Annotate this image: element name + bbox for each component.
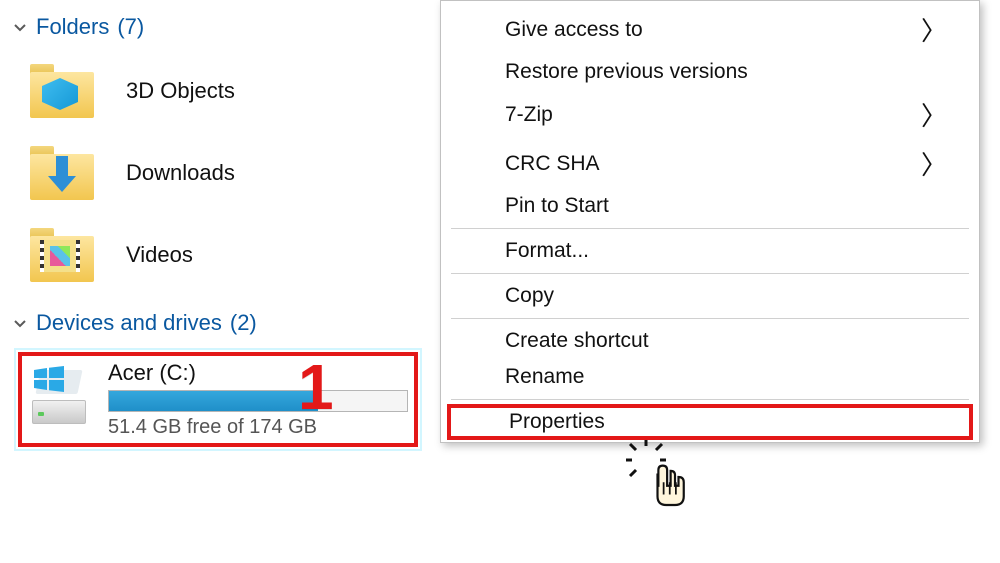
folder-icon — [30, 64, 94, 118]
submenu-arrow-icon: 〉 — [921, 145, 947, 182]
folder-label: Downloads — [126, 160, 235, 186]
menu-separator — [451, 228, 969, 229]
submenu-arrow-icon: 〉 — [921, 11, 947, 48]
section-count: (7) — [117, 14, 144, 40]
menu-create-shortcut[interactable]: Create shortcut — [443, 323, 977, 359]
section-count: (2) — [230, 310, 257, 336]
menu-label: Give access to — [505, 18, 643, 42]
drive-name: Acer (C:) — [108, 360, 408, 386]
folder-label: 3D Objects — [126, 78, 235, 104]
menu-separator — [451, 273, 969, 274]
menu-label: CRC SHA — [505, 152, 600, 176]
menu-give-access[interactable]: Give access to 〉 — [443, 5, 977, 54]
menu-pin-to-start[interactable]: Pin to Start — [443, 188, 977, 224]
menu-label: Format... — [505, 239, 589, 263]
windows-logo-icon — [34, 366, 64, 392]
menu-label: Restore previous versions — [505, 60, 748, 84]
folder-label: Videos — [126, 242, 193, 268]
drive-free-text: 51.4 GB free of 174 GB — [108, 416, 408, 439]
context-menu: Give access to 〉 Restore previous versio… — [440, 0, 980, 443]
drive-c[interactable]: Acer (C:) 51.4 GB free of 174 GB — [18, 352, 418, 447]
drive-info: Acer (C:) 51.4 GB free of 174 GB — [108, 360, 408, 439]
menu-label: Rename — [505, 365, 584, 389]
menu-rename[interactable]: Rename — [443, 359, 977, 395]
menu-label: Copy — [505, 284, 554, 308]
section-label: Devices and drives — [36, 310, 222, 336]
chevron-down-icon — [12, 19, 28, 35]
chevron-down-icon — [12, 315, 28, 331]
menu-label: 7-Zip — [505, 103, 553, 127]
folder-icon — [30, 228, 94, 282]
menu-separator — [451, 399, 969, 400]
menu-format[interactable]: Format... — [443, 233, 977, 269]
menu-restore-previous[interactable]: Restore previous versions — [443, 54, 977, 90]
submenu-arrow-icon: 〉 — [921, 96, 947, 133]
menu-label: Properties — [509, 410, 605, 434]
annotation-1: 1 — [298, 350, 334, 424]
folder-icon — [30, 146, 94, 200]
drive-icon — [28, 364, 90, 424]
drive-usage-bar — [108, 390, 408, 412]
menu-crc-sha[interactable]: CRC SHA 〉 — [443, 139, 977, 188]
pointer-cursor-icon — [640, 456, 696, 512]
section-label: Folders — [36, 14, 109, 40]
menu-separator — [451, 318, 969, 319]
menu-label: Pin to Start — [505, 194, 609, 218]
menu-properties[interactable]: Properties — [447, 404, 973, 440]
menu-7zip[interactable]: 7-Zip 〉 — [443, 90, 977, 139]
menu-label: Create shortcut — [505, 329, 649, 353]
menu-copy[interactable]: Copy — [443, 278, 977, 314]
